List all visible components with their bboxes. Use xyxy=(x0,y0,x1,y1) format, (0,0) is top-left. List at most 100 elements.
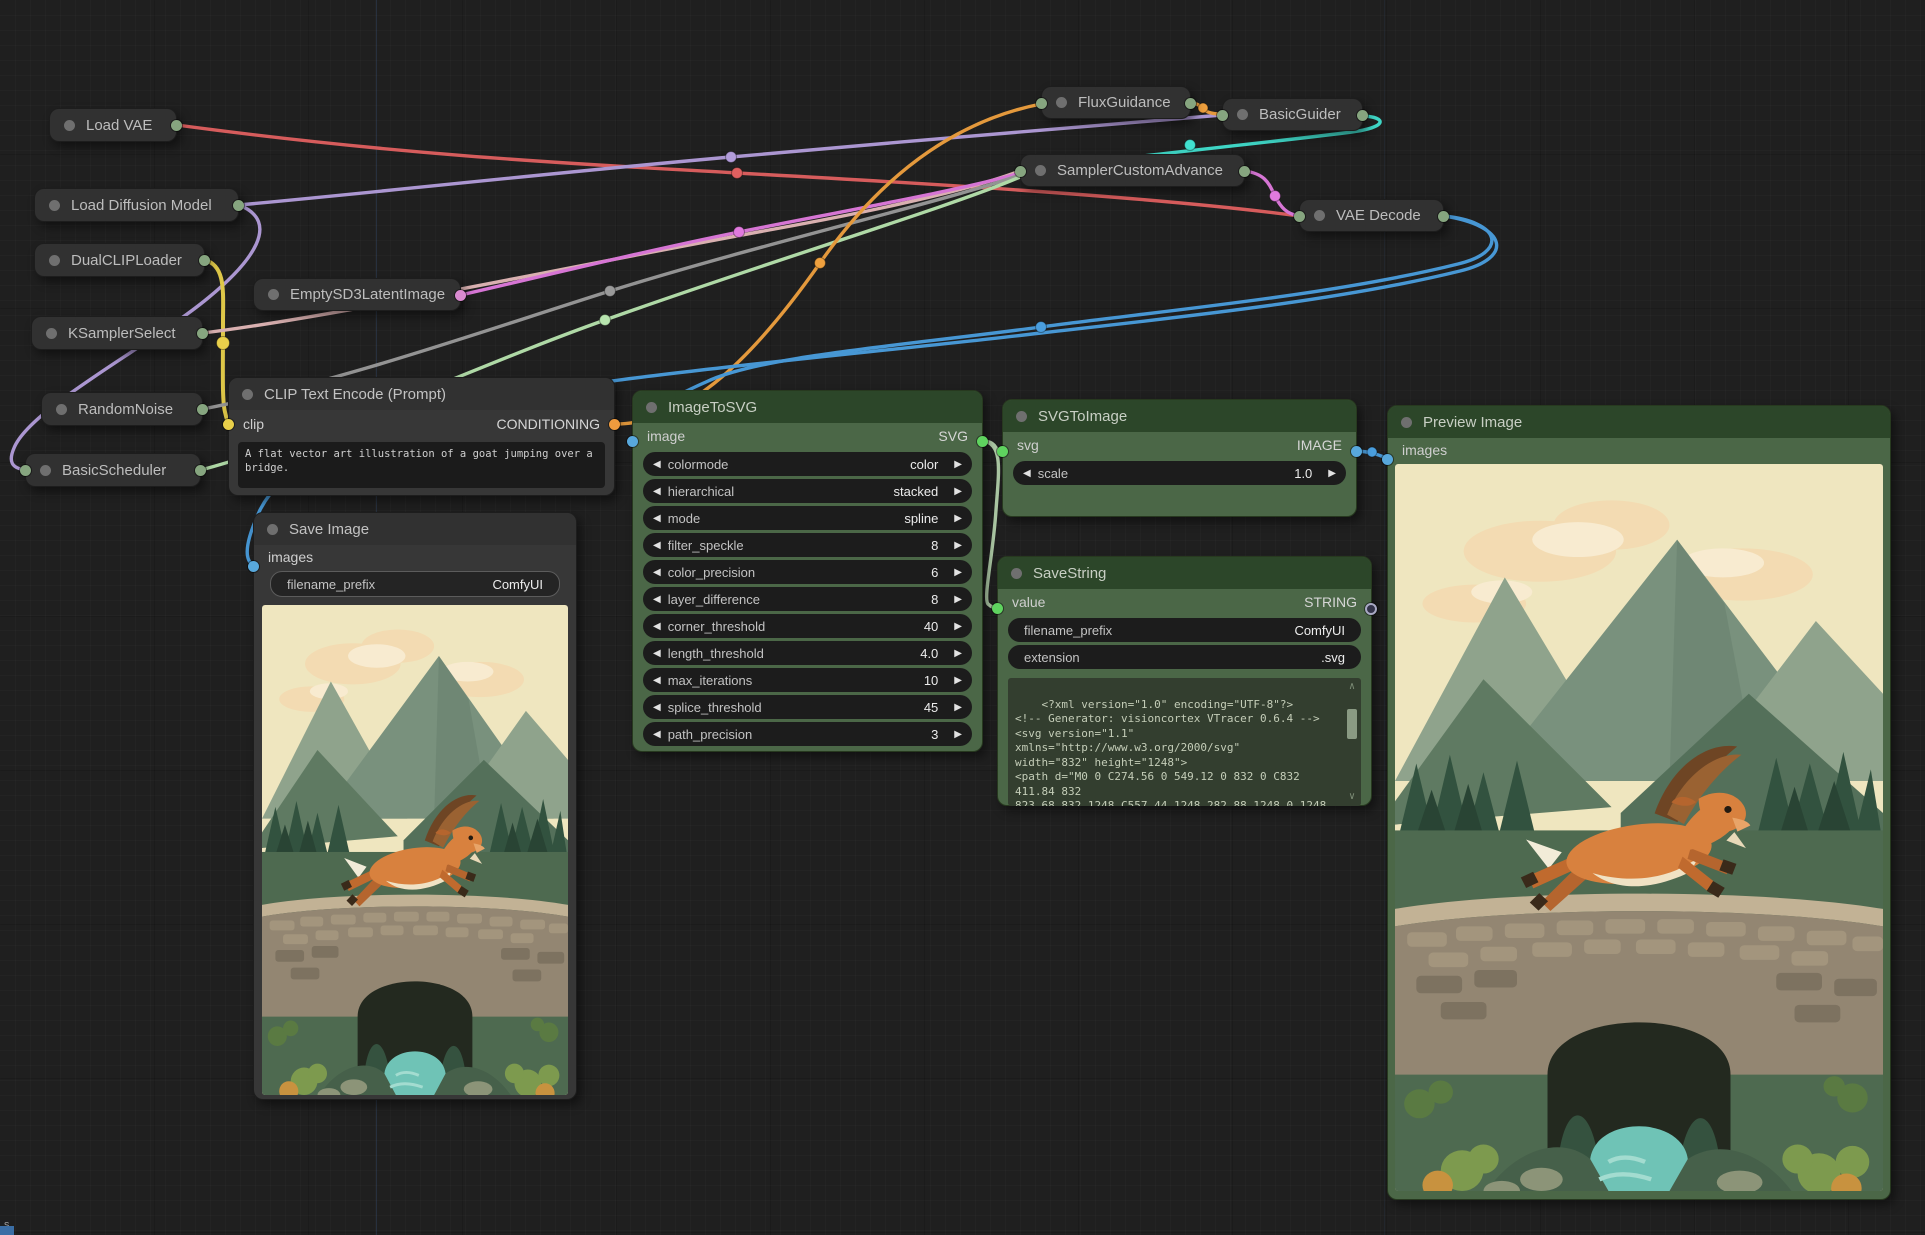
image-output-dot[interactable] xyxy=(1351,446,1362,457)
widget-colormode[interactable]: ◀colormodecolor▶ xyxy=(643,452,972,476)
model-input-dot[interactable] xyxy=(20,465,31,476)
collapse-dot[interactable] xyxy=(49,255,60,266)
collapse-dot[interactable] xyxy=(64,120,75,131)
node-ksampler-select[interactable]: KSamplerSelect xyxy=(31,316,203,350)
collapse-dot[interactable] xyxy=(46,328,57,339)
node-vae-decode[interactable]: VAE Decode xyxy=(1299,199,1444,232)
svg-input-dot[interactable] xyxy=(997,446,1008,457)
increment-arrow-icon[interactable]: ▶ xyxy=(954,621,962,632)
collapse-dot[interactable] xyxy=(1016,411,1027,422)
increment-arrow-icon[interactable]: ▶ xyxy=(954,648,962,659)
conditioning-output-dot[interactable] xyxy=(1185,98,1196,109)
decrement-arrow-icon[interactable]: ◀ xyxy=(653,648,661,659)
scroll-down-icon[interactable]: ∨ xyxy=(1349,790,1355,805)
collapse-dot[interactable] xyxy=(1314,210,1325,221)
node-basic-guider[interactable]: BasicGuider xyxy=(1222,98,1363,131)
widget-mode[interactable]: ◀modespline▶ xyxy=(643,506,972,530)
image-output-dot[interactable] xyxy=(1438,211,1449,222)
images-input-dot[interactable] xyxy=(248,561,259,572)
model-output-dot[interactable] xyxy=(233,200,244,211)
sigmas-output-dot[interactable] xyxy=(195,465,206,476)
widget-extension[interactable]: extension.svg xyxy=(1008,645,1361,669)
decrement-arrow-icon[interactable]: ◀ xyxy=(653,486,661,497)
node-preview-image[interactable]: Preview Image images xyxy=(1387,405,1891,1200)
svg-output-dot[interactable] xyxy=(977,436,988,447)
conditioning-input-dot[interactable] xyxy=(1036,98,1047,109)
node-random-noise[interactable]: RandomNoise xyxy=(41,392,203,426)
image-input-dot[interactable] xyxy=(627,436,638,447)
prompt-textarea[interactable]: A flat vector art illustration of a goat… xyxy=(238,442,605,488)
conditioning-output-dot[interactable] xyxy=(609,419,620,430)
widget-hierarchical[interactable]: ◀hierarchicalstacked▶ xyxy=(643,479,972,503)
clip-input-dot[interactable] xyxy=(223,419,234,430)
widget-color-precision[interactable]: ◀color_precision6▶ xyxy=(643,560,972,584)
node-header[interactable]: Preview Image xyxy=(1388,406,1890,438)
node-header[interactable]: SaveString xyxy=(998,557,1371,589)
comfyui-canvas[interactable]: { "canvas": { "footer_letter": "s" }, "c… xyxy=(0,0,1925,1235)
decrement-arrow-icon[interactable]: ◀ xyxy=(1023,468,1031,479)
images-input-dot[interactable] xyxy=(1382,454,1393,465)
collapse-dot[interactable] xyxy=(268,289,279,300)
string-output-dot[interactable] xyxy=(1365,603,1377,615)
node-header[interactable]: ImageToSVG xyxy=(633,391,982,423)
node-empty-sd3-latent[interactable]: EmptySD3LatentImage xyxy=(253,278,461,311)
latent-output-dot[interactable] xyxy=(455,290,466,301)
svg-source-textarea[interactable]: <?xml version="1.0" encoding="UTF-8"?> <… xyxy=(1008,678,1361,806)
decrement-arrow-icon[interactable]: ◀ xyxy=(653,702,661,713)
decrement-arrow-icon[interactable]: ◀ xyxy=(653,594,661,605)
latent-output-dot[interactable] xyxy=(1239,166,1250,177)
widget-layer-difference[interactable]: ◀layer_difference8▶ xyxy=(643,587,972,611)
scrollbar[interactable]: ∧∨ xyxy=(1345,680,1359,804)
collapse-dot[interactable] xyxy=(40,465,51,476)
increment-arrow-icon[interactable]: ▶ xyxy=(954,675,962,686)
decrement-arrow-icon[interactable]: ◀ xyxy=(653,729,661,740)
collapse-dot[interactable] xyxy=(646,402,657,413)
increment-arrow-icon[interactable]: ▶ xyxy=(954,513,962,524)
node-header[interactable]: CLIP Text Encode (Prompt) xyxy=(229,378,614,410)
clip-output-dot[interactable] xyxy=(199,255,210,266)
node-load-vae[interactable]: Load VAE xyxy=(49,108,177,142)
node-svg-to-image[interactable]: SVGToImage svg IMAGE ◀scale1.0▶ xyxy=(1002,399,1357,517)
node-image-to-svg[interactable]: ImageToSVG image SVG ◀colormodecolor▶ ◀h… xyxy=(632,390,983,752)
increment-arrow-icon[interactable]: ▶ xyxy=(954,594,962,605)
collapse-dot[interactable] xyxy=(1035,165,1046,176)
node-save-string[interactable]: SaveString value STRING filename_prefixC… xyxy=(997,556,1372,806)
collapse-dot[interactable] xyxy=(1237,109,1248,120)
node-load-diffusion-model[interactable]: Load Diffusion Model xyxy=(34,188,239,222)
collapse-dot[interactable] xyxy=(242,389,253,400)
widget-filename-prefix[interactable]: filename_prefixComfyUI xyxy=(270,571,560,597)
sampler-output-dot[interactable] xyxy=(197,328,208,339)
node-dual-clip-loader[interactable]: DualCLIPLoader xyxy=(34,243,205,277)
increment-arrow-icon[interactable]: ▶ xyxy=(954,486,962,497)
decrement-arrow-icon[interactable]: ◀ xyxy=(653,675,661,686)
guider-input-dot[interactable] xyxy=(1217,110,1228,121)
scroll-up-icon[interactable]: ∧ xyxy=(1349,680,1355,695)
decrement-arrow-icon[interactable]: ◀ xyxy=(653,513,661,524)
vae-output-dot[interactable] xyxy=(171,120,182,131)
collapse-dot[interactable] xyxy=(1401,417,1412,428)
decode-inputs-dot[interactable] xyxy=(1294,211,1305,222)
node-clip-text-encode[interactable]: CLIP Text Encode (Prompt) clip CONDITION… xyxy=(228,377,615,496)
decrement-arrow-icon[interactable]: ◀ xyxy=(653,621,661,632)
widget-splice-threshold[interactable]: ◀splice_threshold45▶ xyxy=(643,695,972,719)
node-sampler-custom-advance[interactable]: SamplerCustomAdvance xyxy=(1020,154,1245,187)
increment-arrow-icon[interactable]: ▶ xyxy=(954,729,962,740)
increment-arrow-icon[interactable]: ▶ xyxy=(954,459,962,470)
guider-output-dot[interactable] xyxy=(1357,110,1368,121)
value-input-dot[interactable] xyxy=(992,603,1003,614)
widget-max-iterations[interactable]: ◀max_iterations10▶ xyxy=(643,668,972,692)
noise-output-dot[interactable] xyxy=(197,404,208,415)
scrollbar-thumb[interactable] xyxy=(1347,709,1357,739)
decrement-arrow-icon[interactable]: ◀ xyxy=(653,459,661,470)
collapse-dot[interactable] xyxy=(267,524,278,535)
widget-scale[interactable]: ◀scale1.0▶ xyxy=(1013,461,1346,485)
node-basic-scheduler[interactable]: BasicScheduler xyxy=(25,453,201,487)
node-header[interactable]: SVGToImage xyxy=(1003,400,1356,432)
node-save-image[interactable]: Save Image images filename_prefixComfyUI xyxy=(253,512,577,1100)
widget-filter-speckle[interactable]: ◀filter_speckle8▶ xyxy=(643,533,972,557)
widget-path-precision[interactable]: ◀path_precision3▶ xyxy=(643,722,972,746)
increment-arrow-icon[interactable]: ▶ xyxy=(954,540,962,551)
increment-arrow-icon[interactable]: ▶ xyxy=(954,567,962,578)
node-flux-guidance[interactable]: FluxGuidance xyxy=(1041,86,1191,119)
decrement-arrow-icon[interactable]: ◀ xyxy=(653,540,661,551)
